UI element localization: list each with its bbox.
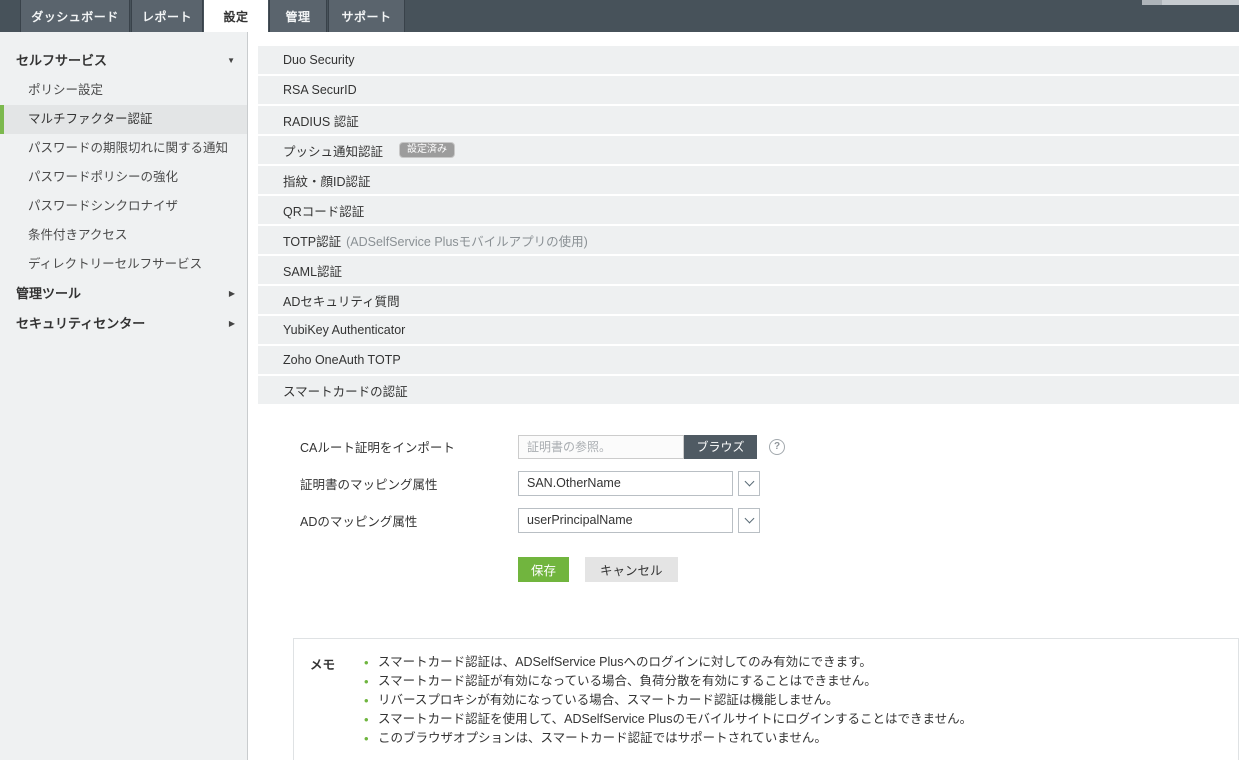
chevron-down-icon: ▼ [227, 56, 235, 65]
accordion-label: スマートカードの認証 [283, 384, 408, 399]
accordion-row-smartcard[interactable]: スマートカードの認証 [258, 376, 1239, 404]
help-icon[interactable]: ? [769, 438, 785, 455]
accordion-row-yubikey[interactable]: YubiKey Authenticator [258, 316, 1239, 344]
accordion-label: QRコード認証 [283, 204, 365, 219]
configured-badge: 設定済み [399, 142, 456, 158]
sidebar-section-self-service[interactable]: セルフサービス ▼ [0, 46, 247, 76]
app-window: ダッシュボード レポート 設定 管理 サポート セルフサービス ▼ ポリシー設定… [0, 0, 1239, 760]
accordion-label: 指紋・顔ID認証 [283, 174, 371, 189]
form-row-cert-mapping: 証明書のマッピング属性 SAN.OtherName [300, 471, 1239, 496]
accordion-label-suffix: (ADSelfService Plusモバイルアプリの使用) [346, 234, 588, 249]
sidebar-item-password-expiry-notice[interactable]: パスワードの期限切れに関する通知 [0, 134, 247, 163]
ca-import-label: CAルート証明をインポート [300, 441, 455, 455]
sidebar-section-admin-tools[interactable]: 管理ツール ▶ [0, 279, 247, 309]
note-item: スマートカード認証は、ADSelfService Plusへのログインに対しての… [364, 653, 972, 672]
cert-mapping-label: 証明書のマッピング属性 [300, 478, 438, 492]
save-button[interactable]: 保存 [518, 557, 570, 582]
sidebar-item-password-synchronizer[interactable]: パスワードシンクロナイザ [0, 192, 247, 221]
sidebar-item-policy-settings[interactable]: ポリシー設定 [0, 76, 247, 105]
cancel-button[interactable]: キャンセル [585, 557, 678, 582]
sidebar-item-directory-self-service[interactable]: ディレクトリーセルフサービス [0, 250, 247, 279]
sidebar: セルフサービス ▼ ポリシー設定 マルチファクター認証 パスワードの期限切れに関… [0, 32, 247, 760]
accordion-row-saml[interactable]: SAML認証 [258, 256, 1239, 284]
top-tab-bar: ダッシュボード レポート 設定 管理 サポート [0, 0, 1239, 32]
clipped-toolbar-fragment [1142, 0, 1239, 5]
browse-button[interactable]: ブラウズ [684, 434, 757, 459]
cert-mapping-dropdown-button[interactable] [738, 471, 760, 496]
tab-support[interactable]: サポート [328, 0, 405, 32]
accordion-row-fingerprint-faceid[interactable]: 指紋・顔ID認証 [258, 166, 1239, 194]
note-list: スマートカード認証は、ADSelfService Plusへのログインに対しての… [364, 653, 972, 748]
tab-admin[interactable]: 管理 [269, 0, 327, 32]
accordion-label: プッシュ通知認証 [283, 144, 384, 159]
sidebar-section-label: セキュリティセンター [16, 316, 146, 331]
accordion-row-rsa-securid[interactable]: RSA SecurID [258, 76, 1239, 104]
main-area: セルフサービス ▼ ポリシー設定 マルチファクター認証 パスワードの期限切れに関… [0, 32, 1239, 760]
sidebar-section-security-center[interactable]: セキュリティセンター ▶ [0, 309, 247, 339]
chevron-down-icon [744, 476, 754, 487]
note-item: このブラウザオプションは、スマートカード認証ではサポートされていません。 [364, 729, 972, 748]
ad-mapping-select[interactable]: userPrincipalName [518, 508, 733, 533]
accordion-row-duo-security[interactable]: Duo Security [258, 46, 1239, 74]
cert-mapping-select[interactable]: SAN.OtherName [518, 471, 733, 496]
sidebar-item-conditional-access[interactable]: 条件付きアクセス [0, 221, 247, 250]
smartcard-auth-form: CAルート証明をインポート ブラウズ ? 証明書のマッピング属性 SAN.Oth… [258, 434, 1239, 582]
tab-dashboard[interactable]: ダッシュボード [20, 0, 130, 32]
certificate-file-input[interactable] [518, 434, 684, 459]
note-item: スマートカード認証を使用して、ADSelfService Plusのモバイルサイ… [364, 710, 972, 729]
ad-mapping-dropdown-button[interactable] [738, 508, 760, 533]
ad-mapping-label: ADのマッピング属性 [300, 515, 418, 529]
form-row-ca-import: CAルート証明をインポート ブラウズ ? [300, 434, 1239, 459]
form-row-ad-mapping: ADのマッピング属性 userPrincipalName [300, 508, 1239, 533]
accordion-row-totp[interactable]: TOTP認証 (ADSelfService Plusモバイルアプリの使用) [258, 226, 1239, 254]
accordion-row-radius[interactable]: RADIUS 認証 [258, 106, 1239, 134]
note-title: メモ [310, 658, 336, 672]
accordion-row-ad-security-questions[interactable]: ADセキュリティ質問 [258, 286, 1239, 314]
accordion-row-qr-code[interactable]: QRコード認証 [258, 196, 1239, 224]
content-panel: Duo Security RSA SecurID RADIUS 認証 プッシュ通… [247, 32, 1239, 760]
sidebar-section-label: セルフサービス [16, 53, 108, 68]
accordion-row-push-notification[interactable]: プッシュ通知認証 設定済み [258, 136, 1239, 164]
accordion-label: YubiKey Authenticator [283, 323, 406, 337]
accordion-label: RADIUS 認証 [283, 114, 359, 129]
form-buttons: 保存 キャンセル [300, 557, 1239, 582]
note-item: スマートカード認証が有効になっている場合、負荷分散を有効にすることはできません。 [364, 672, 972, 691]
note-box: メモ スマートカード認証は、ADSelfService Plusへのログインに対… [293, 638, 1239, 760]
accordion-label: Duo Security [283, 53, 355, 67]
accordion-label: ADセキュリティ質問 [283, 294, 400, 309]
chevron-right-icon: ▶ [228, 289, 235, 298]
chevron-right-icon: ▶ [228, 319, 235, 328]
accordion-label: Zoho OneAuth TOTP [283, 353, 401, 367]
sidebar-section-label: 管理ツール [16, 286, 82, 301]
sidebar-item-password-policy-enforcer[interactable]: パスワードポリシーの強化 [0, 163, 247, 192]
note-item: リバースプロキシが有効になっている場合、スマートカード認証は機能しません。 [364, 691, 972, 710]
accordion-label: TOTP認証 [283, 234, 342, 249]
chevron-down-icon [744, 513, 754, 524]
accordion-label: RSA SecurID [283, 83, 357, 97]
tab-settings[interactable]: 設定 [204, 0, 268, 32]
tab-reports[interactable]: レポート [131, 0, 203, 32]
accordion-row-zoho-oneauth[interactable]: Zoho OneAuth TOTP [258, 346, 1239, 374]
sidebar-item-mfa[interactable]: マルチファクター認証 [0, 105, 247, 134]
accordion-label: SAML認証 [283, 264, 343, 279]
